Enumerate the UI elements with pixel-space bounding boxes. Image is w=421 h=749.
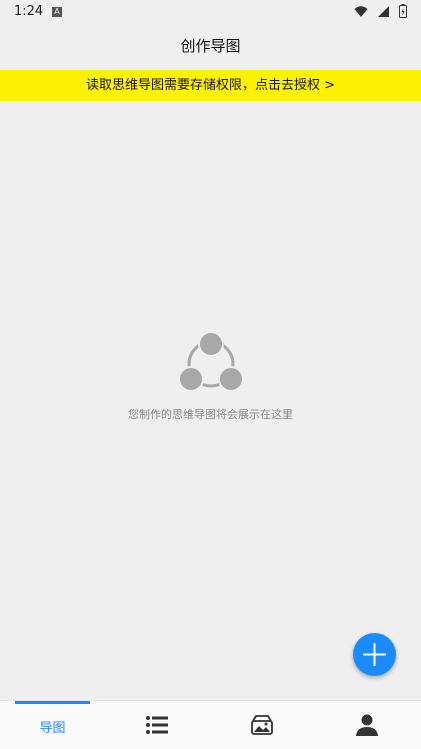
gallery-icon <box>251 715 273 735</box>
profile-icon <box>356 714 378 736</box>
battery-icon <box>399 4 407 18</box>
add-mindmap-button[interactable] <box>353 633 396 676</box>
status-time: 1:24 <box>14 4 44 19</box>
status-icons <box>350 4 407 20</box>
status-bar: 1:24 A <box>0 0 421 26</box>
nav-item-gallery[interactable] <box>210 701 315 749</box>
nav-item-mindmap[interactable]: 导图 <box>0 701 105 749</box>
wifi-icon <box>354 6 368 17</box>
plus-icon <box>363 643 386 666</box>
title-bar: 创作导图 <box>0 26 421 70</box>
bottom-nav: 导图 <box>0 700 421 749</box>
signal-icon <box>377 6 389 17</box>
empty-state: 您制作的思维导图将会展示在这里 <box>0 328 421 422</box>
nav-item-profile[interactable] <box>315 701 420 749</box>
page-title: 创作导图 <box>180 37 241 55</box>
notification-icon: A <box>52 7 62 17</box>
list-icon <box>146 716 168 734</box>
permission-banner-text: 读取思维导图需要存储权限，点击去授权 > <box>85 78 336 93</box>
empty-state-message: 您制作的思维导图将会展示在这里 <box>128 408 293 421</box>
mindmap-icon <box>177 331 244 392</box>
nav-item-list[interactable] <box>105 701 210 749</box>
nav-active-indicator <box>15 701 90 704</box>
nav-label-mindmap: 导图 <box>39 721 66 736</box>
permission-banner[interactable]: 读取思维导图需要存储权限，点击去授权 > <box>0 70 421 101</box>
